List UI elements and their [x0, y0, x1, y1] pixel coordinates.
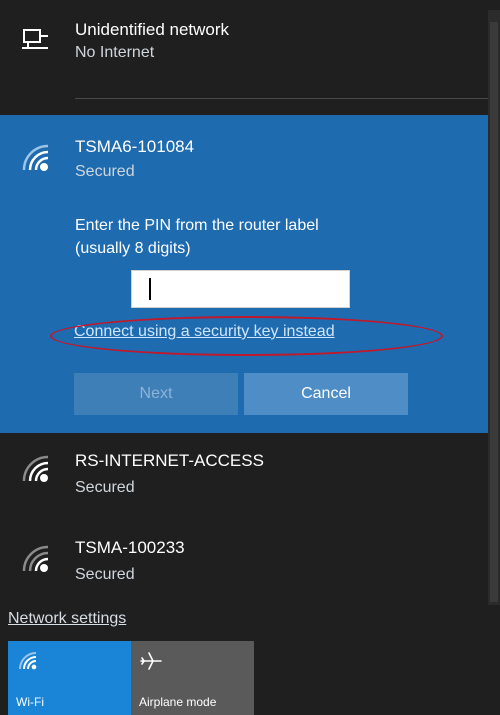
network-item-unidentified[interactable]: Unidentified network No Internet	[0, 0, 488, 98]
wifi-tile-label: Wi-Fi	[16, 695, 44, 709]
network-name: RS-INTERNET-ACCESS	[75, 451, 264, 470]
pin-prompt: Enter the PIN from the router label	[75, 217, 319, 234]
wifi-icon	[19, 652, 37, 670]
wifi-secured-icon	[22, 545, 49, 572]
wifi-secured-icon	[22, 455, 49, 482]
scrollbar[interactable]	[488, 10, 500, 605]
cancel-button[interactable]: Cancel	[244, 373, 408, 415]
airplane-mode-tile[interactable]: Airplane mode	[131, 641, 254, 715]
airplane-mode-tile-label: Airplane mode	[139, 695, 217, 709]
network-status: Secured	[75, 163, 135, 180]
network-name: TSMA-100233	[75, 538, 185, 557]
pin-input[interactable]	[131, 270, 350, 308]
next-button[interactable]: Next	[74, 373, 238, 415]
monitor-network-icon	[22, 29, 48, 49]
wifi-tile[interactable]: Wi-Fi	[8, 641, 131, 715]
network-settings-link[interactable]: Network settings	[8, 610, 126, 628]
airplane-icon	[140, 652, 162, 670]
network-item-tsma-100233[interactable]: TSMA-100233 Secured	[0, 525, 488, 605]
network-item-rs-internet-access[interactable]: RS-INTERNET-ACCESS Secured	[0, 433, 488, 525]
network-flyout: Unidentified network No Internet TSMA6-1…	[0, 0, 500, 715]
network-name: Unidentified network	[75, 20, 230, 39]
network-status: Secured	[75, 479, 135, 496]
security-key-link[interactable]: Connect using a security key instead	[74, 323, 335, 341]
network-status: No Internet	[75, 44, 155, 61]
scrollbar-thumb[interactable]	[490, 22, 498, 602]
text-caret	[149, 278, 151, 300]
network-status: Secured	[75, 566, 135, 583]
wifi-secured-icon	[22, 144, 49, 171]
pin-prompt-hint: (usually 8 digits)	[75, 240, 191, 257]
divider	[75, 98, 488, 99]
network-name: TSMA6-101084	[75, 137, 195, 156]
